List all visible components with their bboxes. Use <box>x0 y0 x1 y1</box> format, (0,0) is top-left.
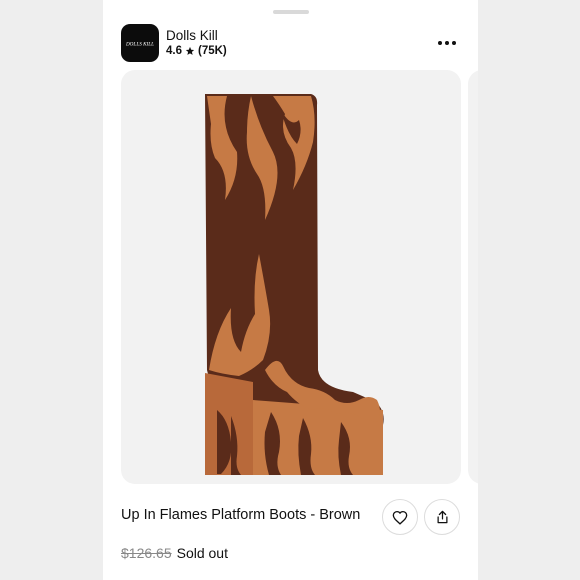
sold-out-status: Sold out <box>176 545 228 561</box>
price-row: $126.65 Sold out <box>121 545 228 561</box>
star-icon <box>185 46 195 56</box>
review-count: (75K) <box>198 45 227 57</box>
heart-icon <box>392 510 408 525</box>
product-image-card[interactable] <box>121 70 461 484</box>
rating-value: 4.6 <box>166 45 182 57</box>
product-boot-image <box>205 94 384 475</box>
sheet-grabber[interactable] <box>273 10 309 14</box>
product-sheet: DOLLS KILL Dolls Kill 4.6 (75K) Up In Fl… <box>103 0 478 580</box>
store-logo[interactable]: DOLLS KILL <box>121 24 159 62</box>
favorite-button[interactable] <box>382 499 418 535</box>
share-icon <box>437 510 447 524</box>
product-title[interactable]: Up In Flames Platform Boots - Brown <box>121 507 360 523</box>
store-logo-wordmark: DOLLS KILL <box>125 42 154 48</box>
original-price: $126.65 <box>121 545 172 561</box>
store-name[interactable]: Dolls Kill <box>166 28 218 43</box>
share-button[interactable] <box>424 499 460 535</box>
next-image-peek[interactable] <box>468 70 478 484</box>
more-dots-icon <box>438 41 456 45</box>
store-rating: 4.6 (75K) <box>166 45 227 57</box>
svg-text:DOLLS KILL: DOLLS KILL <box>125 42 154 48</box>
more-options-button[interactable] <box>434 34 460 52</box>
